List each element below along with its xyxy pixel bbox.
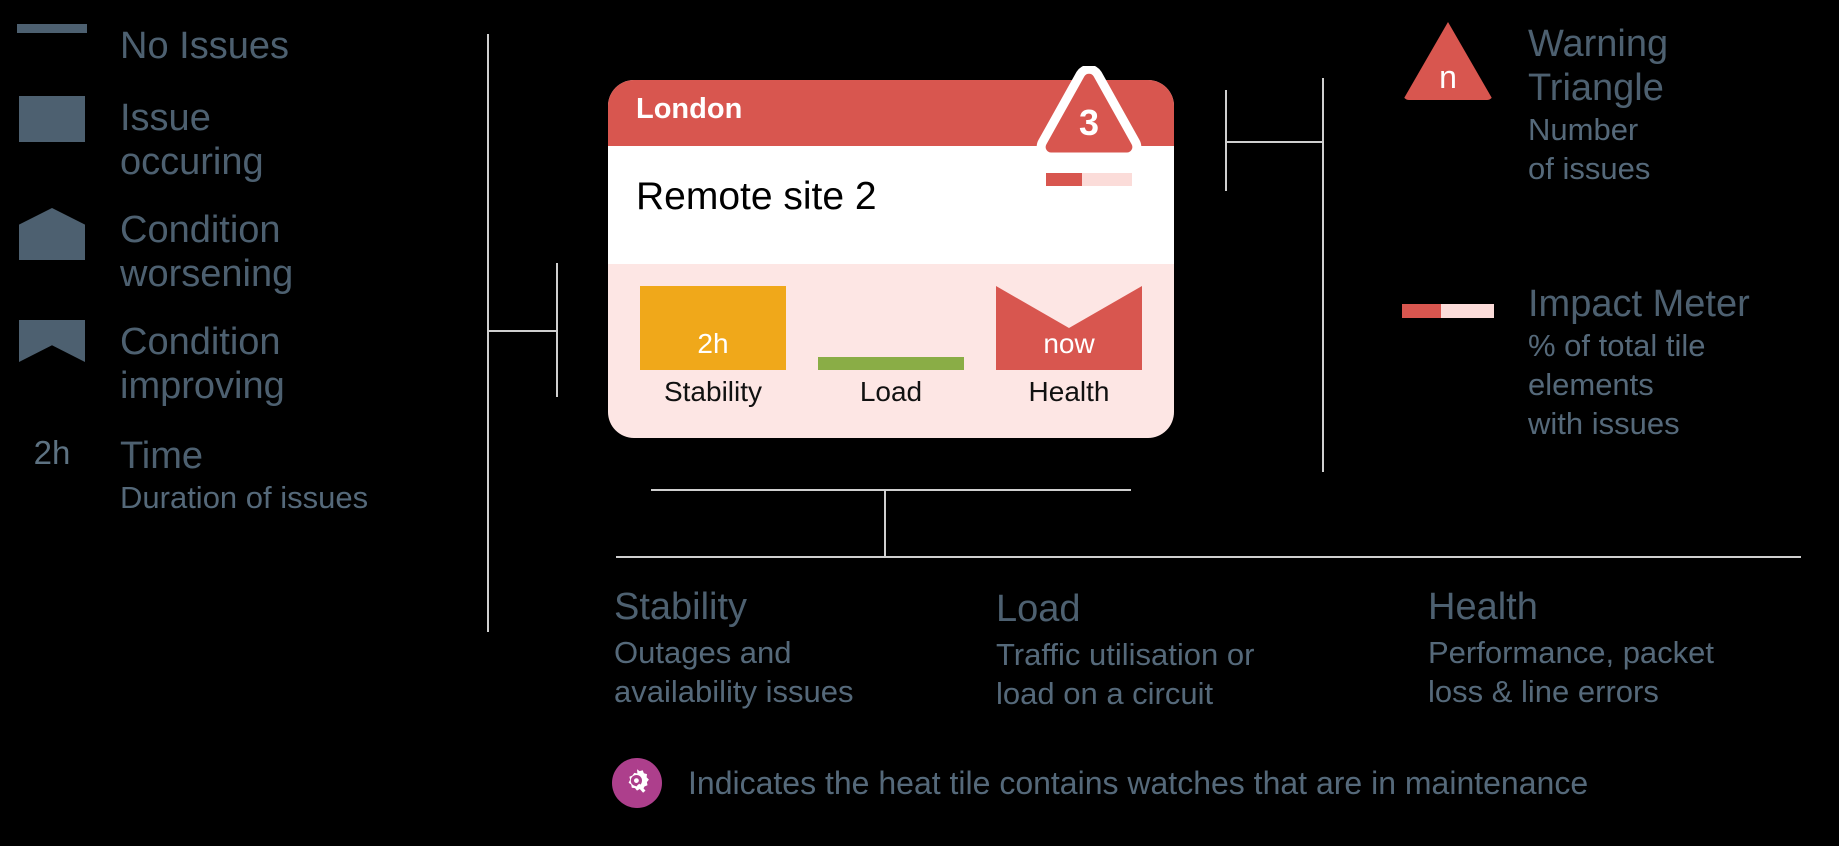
description-stability: Stability Outages and availability issue…: [614, 586, 994, 711]
legend-swatch-slot: [0, 96, 104, 142]
metric-shape: now: [996, 278, 1142, 370]
metric-load[interactable]: Load: [818, 278, 964, 408]
warning-triangle-icon: n: [1403, 22, 1493, 100]
description-body: Traffic utilisation or load on a circuit: [996, 637, 1255, 711]
legend-text: Issue occuring: [104, 96, 264, 184]
gear-wrench-glyph: [628, 769, 649, 793]
legend-text: Warning Triangle Number of issues: [1518, 22, 1668, 188]
metric-shape: 2h: [640, 278, 786, 370]
legend-swatch-slot: [1378, 282, 1518, 318]
legend-item-condition-worsening: Condition worsening: [0, 208, 293, 296]
metric-value: 2h: [697, 328, 729, 359]
description-body: Performance, packet loss & line errors: [1428, 635, 1715, 709]
right-legend-warning-triangle: n Warning Triangle Number of issues: [1378, 22, 1668, 188]
metric-shape: [818, 278, 964, 370]
maintenance-note-text: Indicates the heat tile contains watches…: [688, 764, 1589, 801]
maintenance-note: Indicates the heat tile contains watches…: [612, 758, 1588, 808]
legend-diagram: No Issues Issue occuring Condition worse…: [0, 0, 1839, 846]
legend-swatch-slot: [0, 24, 104, 33]
legend-sublabel: Duration of issues: [120, 480, 369, 515]
legend-label: Issue occuring: [120, 97, 264, 183]
description-load: Load Traffic utilisation or load on a ci…: [996, 588, 1376, 713]
left-legend: No Issues Issue occuring Condition worse…: [0, 0, 470, 640]
legend-label: Impact Meter: [1528, 283, 1750, 325]
time-swatch-label: 2h: [33, 434, 71, 471]
connector-right-bracket: [1225, 90, 1227, 191]
description-health: Health Performance, packet loss & line e…: [1428, 586, 1808, 711]
legend-swatch-slot: 2h: [0, 434, 104, 472]
card-metrics-row: 2h Stability Load now Health: [608, 264, 1174, 438]
legend-label: No Issues: [120, 25, 289, 67]
connector-right-vertical: [1322, 78, 1324, 472]
impact-meter-icon: [1402, 304, 1494, 318]
warning-triangle-count: 3: [1078, 102, 1100, 143]
description-title: Health: [1428, 586, 1538, 628]
description-body: Outages and availability issues: [614, 635, 854, 709]
metric-label: Load: [859, 376, 923, 407]
legend-sublabel: % of total tile elements with issues: [1528, 328, 1706, 441]
connector-right-horizontal: [1225, 141, 1323, 143]
legend-text: Impact Meter % of total tile elements wi…: [1518, 282, 1750, 443]
legend-swatch-slot: n: [1378, 22, 1518, 100]
card-header-title: London: [636, 93, 743, 125]
metric-health[interactable]: now Health: [996, 278, 1142, 408]
metric-label: Health: [1028, 376, 1110, 407]
heat-tile-card[interactable]: London Remote site 2 2h Stability Load n…: [608, 66, 1174, 438]
legend-label: Condition improving: [120, 321, 285, 407]
connector-bottom-bracket: [651, 489, 1131, 491]
metric-stability[interactable]: 2h Stability: [640, 278, 786, 408]
connector-left-horizontal: [487, 330, 557, 332]
legend-text: Condition worsening: [104, 208, 293, 296]
legend-item-no-issues: No Issues: [0, 24, 289, 68]
legend-item-issue-occurring: Issue occuring: [0, 96, 264, 184]
pentagon-up-icon: [19, 208, 85, 260]
connector-left-vertical: [487, 34, 489, 632]
description-title: Stability: [614, 586, 748, 628]
legend-text: No Issues: [104, 24, 289, 68]
connector-left-bracket: [556, 263, 558, 397]
maintenance-gear-icon: [612, 758, 662, 808]
horizontal-line-icon: [17, 24, 87, 33]
impact-meter-fill: [1046, 173, 1083, 186]
chevron-notch-icon: [19, 320, 85, 362]
triangle-count-placeholder: n: [1439, 59, 1457, 95]
legend-label: Time: [120, 435, 204, 477]
legend-label: Condition worsening: [120, 209, 294, 295]
connector-bottom-rule: [616, 556, 1801, 558]
legend-text: Time Duration of issues: [104, 434, 368, 517]
legend-item-condition-improving: Condition improving: [0, 320, 285, 408]
metric-label: Stability: [663, 376, 763, 407]
card-site-name: Remote site 2: [636, 175, 877, 218]
metric-value: now: [1043, 328, 1095, 359]
impact-meter: [1046, 173, 1132, 186]
load-line-icon: [818, 357, 964, 370]
description-title: Load: [996, 588, 1081, 630]
right-legend-impact-meter: Impact Meter % of total tile elements wi…: [1378, 282, 1750, 443]
legend-swatch-slot: [0, 320, 104, 362]
legend-sublabel: Number of issues: [1528, 112, 1651, 186]
legend-swatch-slot: [0, 208, 104, 260]
legend-item-time: 2h Time Duration of issues: [0, 434, 368, 517]
connector-bottom-stem: [884, 489, 886, 557]
filled-square-icon: [19, 96, 85, 142]
legend-text: Condition improving: [104, 320, 285, 408]
legend-label: Warning Triangle: [1528, 23, 1669, 109]
impact-meter-fill: [1402, 304, 1441, 318]
warning-triangle-icon[interactable]: 3: [1034, 66, 1144, 164]
